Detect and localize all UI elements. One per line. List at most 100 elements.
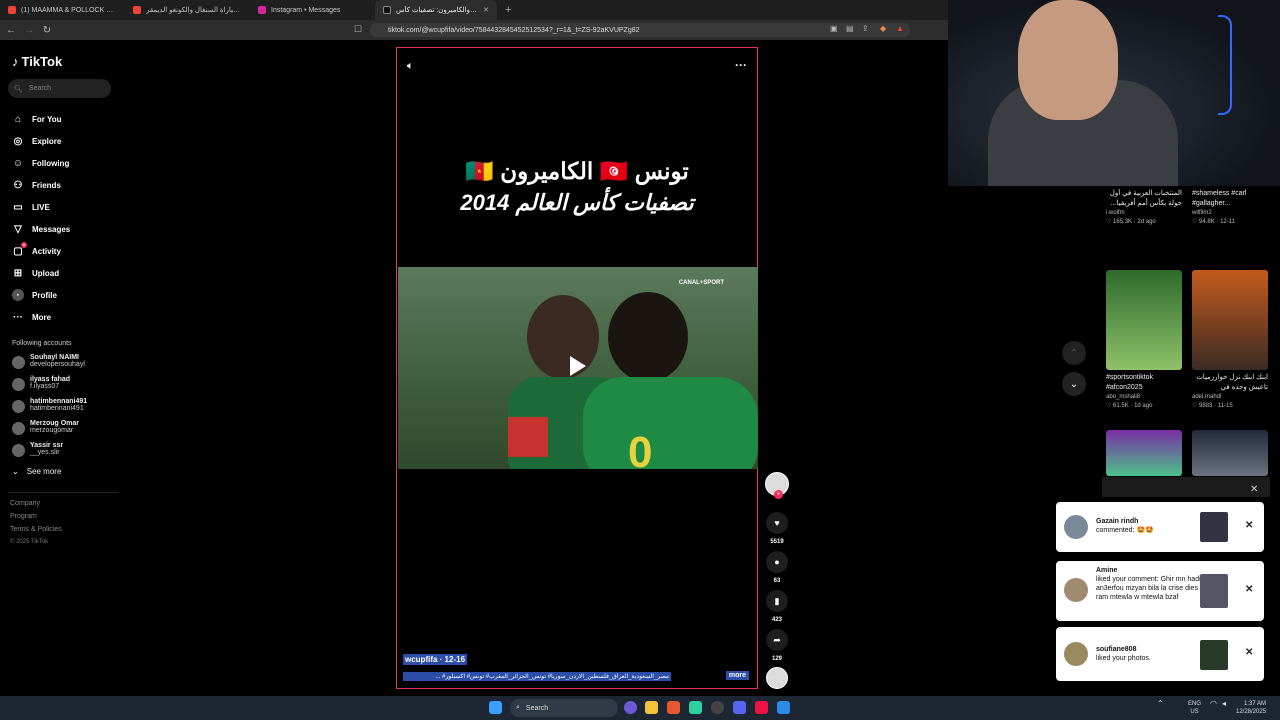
caption-more-button[interactable]: more	[725, 671, 749, 680]
app-icon[interactable]	[777, 701, 790, 714]
browser-tab-active[interactable]: تونس والكاميرون: تصفيات كأس ✕	[375, 0, 497, 20]
following-account[interactable]: Merzoug Omar merzougomar	[12, 420, 79, 435]
close-tab-icon[interactable]: ✕	[483, 6, 489, 14]
browser-tab[interactable]: (1) MAAMMA & POLLOCK SEAL LEG	[0, 0, 125, 20]
windows-start-icon[interactable]	[489, 701, 502, 714]
share-button[interactable]: ➦ 129	[764, 629, 790, 662]
follow-plus-icon[interactable]: +	[774, 490, 783, 499]
notification-toast[interactable]: soufiane808 liked your photos. ✕	[1056, 627, 1264, 681]
video-player[interactable]: 🔈︎ ··· تونس 🇹🇳 الكاميرون 🇨🇲 تصفيات كأس ا…	[396, 47, 758, 689]
sidebar-item-live[interactable]: ▭ LIVE	[12, 196, 70, 218]
comment-button[interactable]: ● 63	[764, 551, 790, 584]
close-icon[interactable]: ✕	[1250, 484, 1258, 495]
notification-toast[interactable]: Gazain rindh commented: 🤩🤩 ✕	[1056, 502, 1264, 552]
url-field[interactable]: tiktok.com/@wcupfifa/video/7584432845452…	[370, 23, 910, 37]
browser-tab[interactable]: Instagram • Messages	[250, 0, 375, 20]
tray-chevron-icon[interactable]: ⌃	[1157, 700, 1164, 708]
sidebar-item-friends[interactable]: ⚇ Friends	[12, 174, 70, 196]
play-icon[interactable]	[570, 356, 586, 376]
following-account[interactable]: Yassir ssr __yes.slir	[12, 442, 63, 457]
neon-light	[1218, 15, 1232, 115]
close-icon[interactable]: ✕	[1245, 520, 1253, 531]
chevron-down-icon: ⌄	[12, 467, 19, 476]
browser-tab[interactable]: ملخص مباراة السنغال والكونغو الديمقر	[125, 0, 250, 20]
language-indicator[interactable]: ENG US	[1188, 700, 1201, 716]
author-avatar-button[interactable]: +	[764, 472, 790, 499]
sidebar-item-following[interactable]: ☺ Following	[12, 152, 70, 174]
volume-icon[interactable]: 🔈︎	[407, 60, 414, 73]
clock[interactable]: 1:37 AM 12/28/2025	[1236, 700, 1266, 716]
forward-icon[interactable]: →	[22, 25, 36, 36]
see-more-button[interactable]: ⌄ See more	[12, 467, 61, 476]
video-caption: ابنك ابنك نزل خوارزميات تاعيش وحده في ال…	[1196, 374, 1268, 391]
sidebar-item-more[interactable]: ··· More	[12, 306, 70, 328]
app-icon[interactable]	[689, 701, 702, 714]
music-disc-button[interactable]	[764, 667, 790, 689]
sidebar-item-messages[interactable]: ▽ Messages	[12, 218, 70, 240]
back-icon[interactable]: ←	[4, 25, 18, 36]
nav-label: Messages	[32, 224, 71, 234]
sidebar-item-for-you[interactable]: ⌂ For You	[12, 108, 70, 130]
more-options-icon[interactable]: ···	[735, 58, 747, 72]
taskbar-search[interactable]: ⌕ Search	[510, 699, 618, 717]
sidebar-item-profile[interactable]: · Profile	[12, 284, 70, 306]
next-video-button[interactable]: ⌄	[1062, 372, 1086, 396]
messages-icon: ▽	[14, 223, 22, 235]
following-account[interactable]: ilyass fahad f.ilyass07	[12, 376, 70, 391]
sidebar-item-explore[interactable]: ◎ Explore	[12, 130, 70, 152]
recommended-video[interactable]: ابنك ابنك نزل خوارزميات تاعيش وحده في ال…	[1192, 270, 1268, 409]
video-author: abo_mshali8	[1106, 394, 1141, 400]
upload-icon: ⊞	[13, 267, 23, 279]
save-button[interactable]: ▮ 423	[764, 590, 790, 623]
video-frame[interactable]: 0 CANAL+SPORT	[398, 267, 758, 469]
extension-icon[interactable]: ▣	[830, 24, 838, 33]
obs-icon[interactable]	[711, 701, 724, 714]
account-handle: f.ilyass07	[30, 383, 60, 390]
file-explorer-icon[interactable]	[645, 701, 658, 714]
video-subheadline: تصفيات كأس العالم 2014	[460, 190, 694, 215]
close-icon[interactable]: ✕	[1245, 584, 1253, 595]
music-disc-icon	[766, 667, 788, 689]
video-likes: 61.5K	[1113, 403, 1129, 409]
bookmark-icon[interactable]: ☐	[354, 24, 362, 35]
discord-icon[interactable]	[733, 701, 746, 714]
recommended-video[interactable]: #sportsontiktok #afcon2025 abo_mshali8 ♡…	[1106, 270, 1182, 409]
share-icon[interactable]: ⇪	[862, 24, 869, 33]
tiktok-logo[interactable]: ♪ TikTok	[12, 54, 62, 69]
video-author[interactable]: wcupfifa · 12-16	[403, 654, 468, 665]
brave-shield-icon[interactable]: ◆	[880, 24, 886, 33]
search-input[interactable]: 🔍︎ Search	[8, 79, 111, 98]
avatar	[1064, 515, 1088, 539]
app-icon[interactable]	[755, 701, 768, 714]
account-name: hatimbennani491	[30, 398, 88, 405]
sidebar-item-activity[interactable]: ▢ 6 Activity	[12, 240, 70, 262]
volume-icon[interactable]: ◂	[1222, 700, 1226, 708]
tab-title: Instagram • Messages	[271, 6, 341, 14]
like-button[interactable]: ♥ 5519	[764, 512, 790, 545]
extension-icon[interactable]: ▤	[846, 24, 854, 33]
sidebar-nav: ⌂ For You ◎ Explore ☺ Following ⚇ Friends ▭ L…	[12, 108, 70, 328]
brave-browser-icon[interactable]	[667, 701, 680, 714]
previous-video-button[interactable]: ⌃	[1062, 341, 1086, 365]
sidebar-item-upload[interactable]: ⊞ Upload	[12, 262, 70, 284]
recommended-video[interactable]	[1106, 430, 1182, 476]
notification-toast[interactable]: Amine liked your comment: Ghir mn hadi an…	[1056, 561, 1264, 621]
chat-app-icon[interactable]	[624, 701, 637, 714]
more-icon: ···	[13, 311, 23, 323]
new-tab-icon[interactable]: +	[497, 4, 519, 16]
following-account[interactable]: hatimbennani491 hatimbennani491	[12, 398, 87, 413]
account-name: Yassir ssr	[30, 442, 64, 449]
wifi-icon[interactable]: ◠	[1210, 700, 1217, 708]
footer-link-program[interactable]: Program	[10, 513, 37, 520]
video-likes: 9883	[1199, 403, 1213, 409]
reload-icon[interactable]: ↻	[40, 25, 54, 36]
rewards-icon[interactable]: ▲	[896, 24, 904, 33]
following-account[interactable]: Souhayl NAIMI developersouhayl	[12, 354, 85, 369]
recommended-video[interactable]	[1192, 430, 1268, 476]
footer-link-terms[interactable]: Terms & Policies	[10, 526, 62, 533]
chevron-up-icon: ⌃	[1069, 347, 1079, 359]
close-icon[interactable]: ✕	[1245, 647, 1253, 658]
footer-link-company[interactable]: Company	[10, 500, 40, 507]
account-name: Souhayl NAIMI	[30, 354, 80, 361]
avatar	[1064, 642, 1088, 666]
